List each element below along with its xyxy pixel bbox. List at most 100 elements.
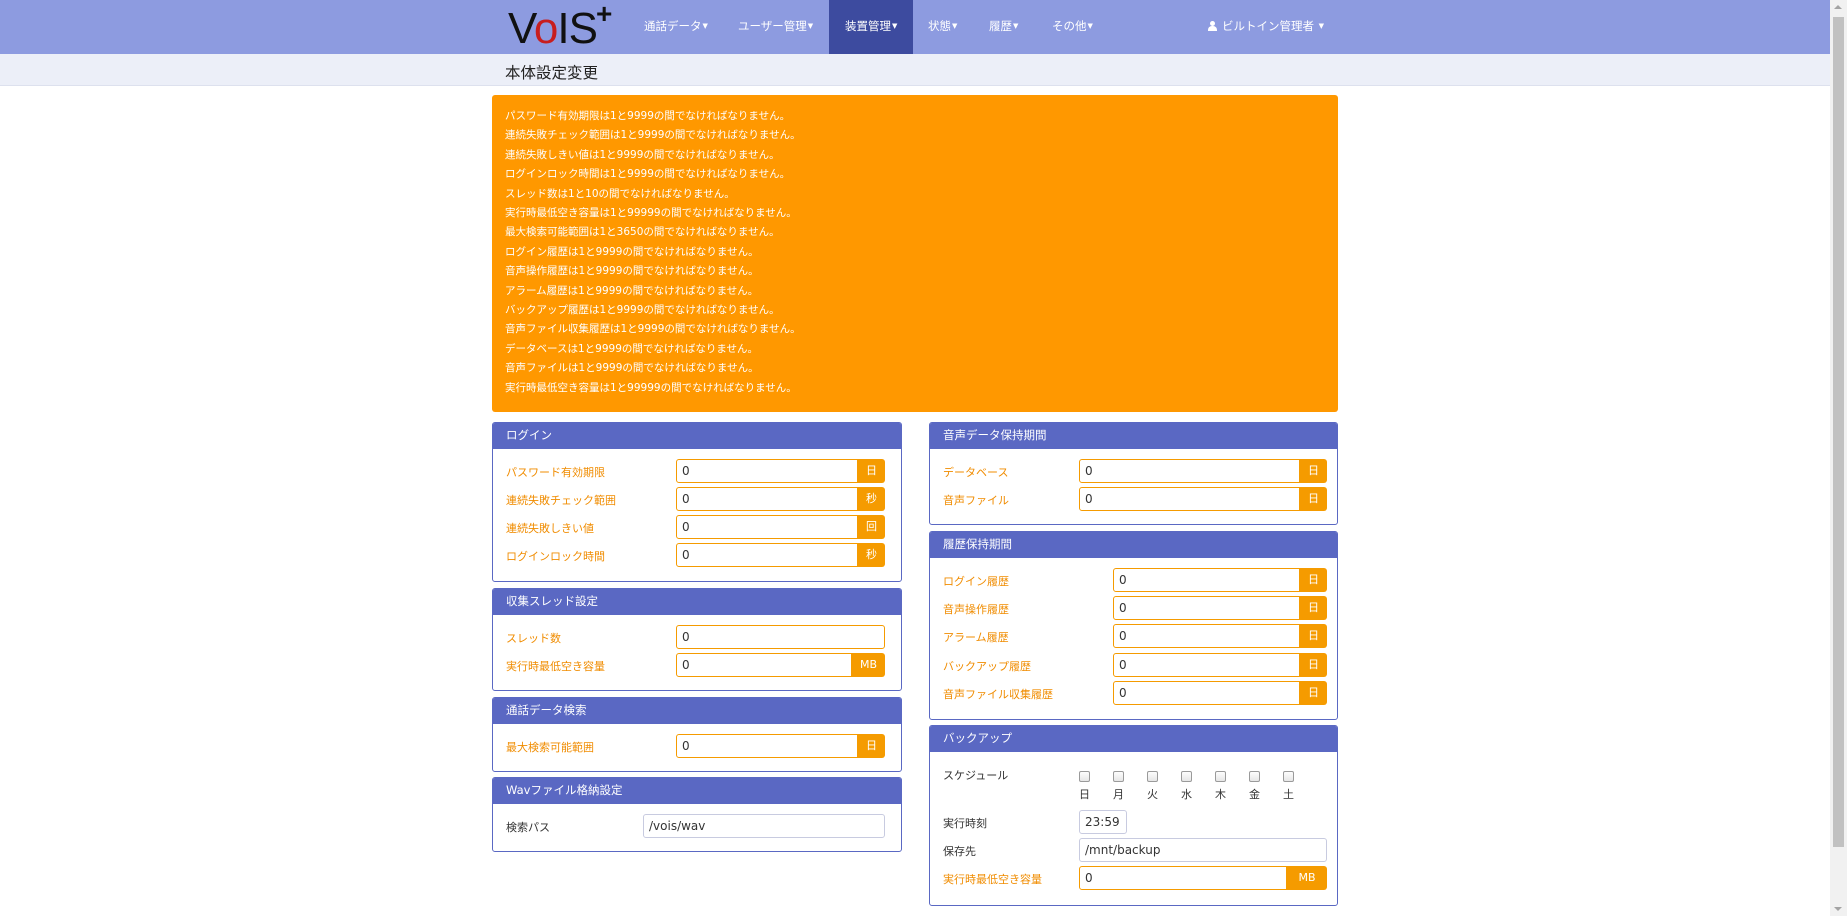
form-row: 検索パス /vois/wav: [493, 814, 901, 840]
unit-addon: 日: [1300, 624, 1327, 648]
schedule-label: スケジュール: [943, 769, 1009, 782]
panel-title: Wavファイル格納設定: [493, 778, 901, 804]
form-row: バックアップ履歴 0 日: [930, 653, 1337, 679]
execution-time-label: 実行時刻: [943, 817, 987, 830]
schedule-saturday-checkbox[interactable]: [1283, 771, 1294, 782]
login-lock-time-input[interactable]: 0: [676, 543, 858, 567]
form-row: アラーム履歴 0 日: [930, 624, 1337, 650]
caret-down-icon: ▼: [952, 22, 958, 30]
schedule-tuesday-checkbox[interactable]: [1147, 771, 1158, 782]
error-message: アラーム履歴は1と9999の間でなければなりません。: [505, 284, 759, 297]
voice-operation-history-input[interactable]: 0: [1113, 596, 1300, 620]
thread-count-input[interactable]: 0: [676, 625, 885, 649]
nav-menu-user-management[interactable]: ユーザー管理▼: [738, 0, 813, 54]
backup-destination-input[interactable]: /mnt/backup: [1079, 838, 1327, 862]
error-message: データベースは1と9999の間でなければなりません。: [505, 342, 759, 355]
schedule-wednesday-checkbox[interactable]: [1181, 771, 1192, 782]
day-label: 火: [1147, 788, 1158, 801]
error-message: バックアップ履歴は1と9999の間でなければなりません。: [505, 304, 780, 317]
caret-down-icon: ▼: [892, 22, 898, 30]
unit-addon: 日: [1300, 681, 1327, 705]
voice-file-collection-history-input[interactable]: 0: [1113, 681, 1300, 705]
form-row: 音声ファイル収集履歴 0 日: [930, 681, 1337, 707]
page-header: 本体設定変更: [0, 54, 1830, 86]
unit-addon: MB: [852, 653, 885, 677]
schedule-friday-checkbox[interactable]: [1249, 771, 1260, 782]
form-row: 最大検索可能範囲 0 日: [493, 734, 901, 760]
form-row: 実行時刻 23:59: [930, 810, 1337, 836]
form-row: 連続失敗しきい値 0 回: [493, 515, 901, 541]
voice-file-collection-history-label: 音声ファイル収集履歴: [943, 688, 1053, 701]
vertical-scrollbar[interactable]: [1830, 0, 1847, 916]
nav-menu-status[interactable]: 状態▼: [928, 0, 957, 54]
panel-title: 履歴保持期間: [930, 532, 1337, 558]
user-icon: [1208, 21, 1217, 31]
panel-title: バックアップ: [930, 726, 1337, 752]
backup-history-input[interactable]: 0: [1113, 653, 1300, 677]
nav-menu-device-management[interactable]: 装置管理▼: [829, 0, 914, 54]
error-message: 音声ファイルは1と9999の間でなければなりません。: [505, 362, 759, 375]
schedule-monday-checkbox[interactable]: [1113, 771, 1124, 782]
unit-addon: 日: [1300, 487, 1327, 511]
execution-time-input[interactable]: 23:59: [1079, 810, 1127, 834]
unit-addon: 日: [858, 459, 885, 483]
day-label: 日: [1079, 788, 1090, 801]
form-row: 保存先 /mnt/backup: [930, 838, 1337, 864]
failure-threshold-input[interactable]: 0: [676, 515, 858, 539]
search-path-input[interactable]: /vois/wav: [643, 814, 885, 838]
unit-addon: 日: [1300, 459, 1327, 483]
form-row: 音声ファイル 0 日: [930, 487, 1337, 513]
caret-down-icon: ▼: [1013, 22, 1019, 30]
alarm-history-label: アラーム履歴: [943, 631, 1009, 644]
wav-storage-panel: Wavファイル格納設定 検索パス /vois/wav: [492, 777, 902, 852]
database-retention-input[interactable]: 0: [1079, 459, 1300, 483]
form-row: データベース 0 日: [930, 459, 1337, 485]
form-row: ログイン履歴 0 日: [930, 568, 1337, 594]
password-expiry-input[interactable]: 0: [676, 459, 858, 483]
database-retention-label: データベース: [943, 466, 1009, 479]
error-message: 音声操作履歴は1と9999の間でなければなりません。: [505, 265, 759, 278]
search-path-label: 検索パス: [506, 821, 550, 834]
unit-addon: 日: [858, 734, 885, 758]
unit-addon: 日: [1300, 568, 1327, 592]
nav-menu-history[interactable]: 履歴▼: [989, 0, 1018, 54]
day-label: 金: [1249, 788, 1260, 801]
max-search-range-input[interactable]: 0: [676, 734, 858, 758]
error-message: ログインロック時間は1と9999の間でなければなりません。: [505, 168, 791, 181]
login-settings-panel: ログイン パスワード有効期限 0 日 連続失敗チェック範囲 0 秒 連続失敗しき…: [492, 422, 902, 582]
schedule-sunday-checkbox[interactable]: [1079, 771, 1090, 782]
failure-check-range-input[interactable]: 0: [676, 487, 858, 511]
min-free-space-input[interactable]: 0: [676, 653, 852, 677]
scroll-down-arrow-icon[interactable]: [1834, 907, 1842, 911]
error-message: 実行時最低空き容量は1と99999の間でなければなりません。: [505, 207, 797, 220]
form-row: スレッド数 0: [493, 625, 901, 651]
nav-menu-other[interactable]: その他▼: [1052, 0, 1093, 54]
error-message: 音声ファイル収集履歴は1と9999の間でなければなりません。: [505, 323, 801, 336]
nav-user-menu[interactable]: ビルトイン管理者 ▼: [1208, 0, 1324, 54]
caret-down-icon: ▼: [807, 22, 814, 30]
login-history-input[interactable]: 0: [1113, 568, 1300, 592]
scroll-up-arrow-icon[interactable]: [1834, 5, 1842, 9]
form-row: ログインロック時間 0 秒: [493, 543, 901, 569]
form-row: 実行時最低空き容量 0 MB: [493, 653, 901, 679]
panel-title: 通話データ検索: [493, 698, 901, 724]
scrollbar-thumb[interactable]: [1833, 17, 1844, 847]
unit-addon: 秒: [858, 487, 885, 511]
schedule-thursday-checkbox[interactable]: [1215, 771, 1226, 782]
alarm-history-input[interactable]: 0: [1113, 624, 1300, 648]
failure-threshold-label: 連続失敗しきい値: [506, 522, 594, 535]
login-history-label: ログイン履歴: [943, 575, 1009, 588]
day-label: 月: [1113, 788, 1124, 801]
form-row: 音声操作履歴 0 日: [930, 596, 1337, 622]
call-data-search-panel: 通話データ検索 最大検索可能範囲 0 日: [492, 697, 902, 772]
backup-min-free-space-input[interactable]: 0: [1079, 866, 1287, 890]
error-message: パスワード有効期限は1と9999の間でなければなりません。: [505, 110, 791, 122]
vois-logo[interactable]: VoIS +: [505, 0, 620, 54]
voice-file-retention-input[interactable]: 0: [1079, 487, 1300, 511]
nav-menu-call-data[interactable]: 通話データ▼: [644, 0, 708, 54]
backup-panel: バックアップ スケジュール 日 月 火 水 木 金 土 実行時刻 23:59 保…: [929, 725, 1338, 906]
thread-count-label: スレッド数: [506, 632, 561, 645]
min-free-space-label: 実行時最低空き容量: [506, 660, 605, 673]
form-row: 実行時最低空き容量 0 MB: [930, 866, 1337, 892]
validation-error-alert: パスワード有効期限は1と9999の間でなければなりません。 連続失敗チェック範囲…: [492, 95, 1338, 412]
